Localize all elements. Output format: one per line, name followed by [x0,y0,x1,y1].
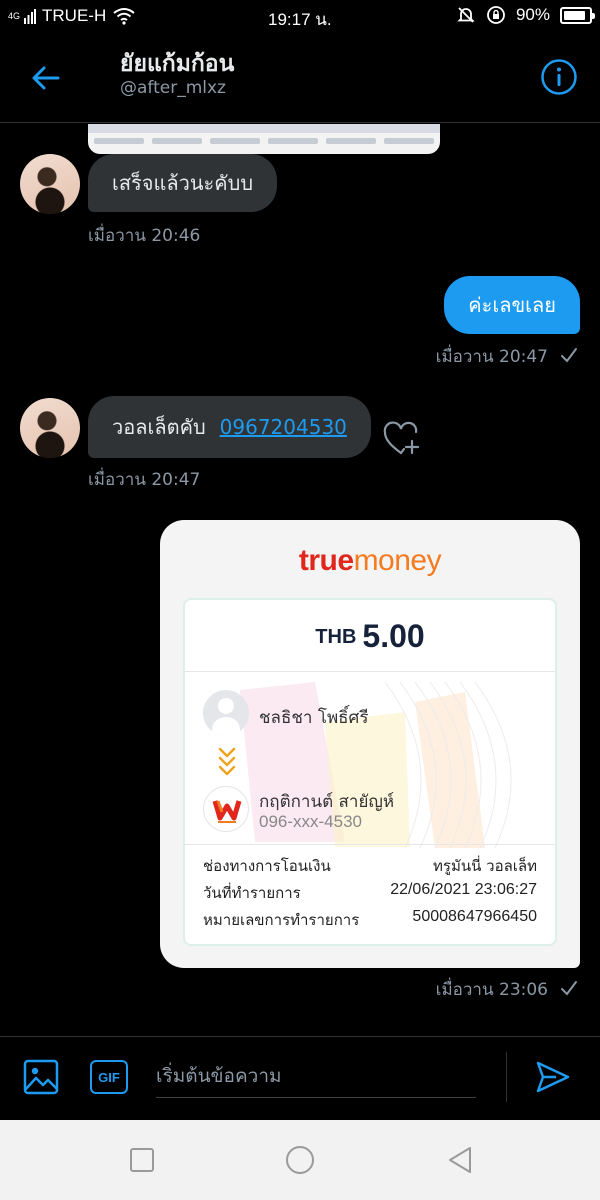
detail-value: 50008647966450 [412,908,537,925]
home-icon[interactable] [284,1144,316,1176]
receipt-card: THB 5.00 ชลธิชา โพธิ์ศรี กฤติกานต์ สายัญห… [183,598,557,946]
back-arrow-icon[interactable] [28,60,64,96]
message-bubble-incoming[interactable]: วอลเล็ตคับ 0967204530 [88,396,371,458]
detail-value: 22/06/2021 23:06:27 [390,881,537,898]
detail-label: หมายเลขการทำรายการ [203,911,360,929]
status-bar: 4G TRUE-H 19:17 น. 90% [0,0,600,34]
sender-name: ชลธิชา โพธิ์ศรี [259,708,369,728]
composer-separator [506,1052,507,1102]
header-divider [0,122,600,123]
status-right: 90% [456,5,595,25]
amount-value: 5.00 [362,618,425,654]
conversation-header: ยัยแก้มก้อน @after_mlxz [0,34,600,122]
amount-row: THB 5.00 [185,600,555,672]
detail-row-channel: ช่องทางการโอนเงิน ทรูมันนี่ วอลเล็ท [203,854,537,878]
sent-check-icon [561,981,577,996]
battery-fill [564,10,586,20]
details-divider [185,844,555,845]
amount-currency: THB [315,626,357,648]
info-icon[interactable] [540,58,578,96]
status-time: 19:17 น. [268,10,332,29]
avatar[interactable] [20,154,80,214]
conversation-title[interactable]: ยัยแก้มก้อน [120,46,234,82]
carrier-name: TRUE-H [42,6,107,25]
network-type: 4G [8,10,21,21]
detail-row-transaction-id: หมายเลขการทำรายการ 50008647966450 [203,908,537,932]
message-timestamp: เมื่อวาน 20:47 [435,347,548,367]
heart-plus-icon[interactable] [382,420,420,458]
truemoney-logo: truemoney [298,544,442,577]
message-timestamp: เมื่อวาน 23:06 [435,980,548,1000]
sent-check-icon [561,348,577,363]
image-icon[interactable] [22,1058,60,1096]
mute-bell-icon [457,7,475,23]
message-timestamp: เมื่อวาน 20:46 [88,226,201,246]
wifi-icon [113,8,135,25]
send-icon[interactable] [534,1058,572,1096]
sender-avatar-icon [203,690,249,736]
peek-toolbar [88,124,440,133]
battery-percent: 90% [515,5,550,24]
conversation-handle: @after_mlxz [120,78,226,98]
message-bubble-outgoing[interactable]: ค่ะเลขเลย [444,276,580,334]
truemoney-badge-icon [203,786,249,832]
composer-divider [0,1036,600,1037]
detail-value: ทรูมันนี่ วอลเล็ท [433,857,537,875]
detail-row-date: วันที่ทำรายการ 22/06/2021 23:06:27 [203,881,537,905]
previous-image-attachment[interactable] [88,124,440,154]
phone-number-link[interactable]: 0967204530 [220,415,347,439]
detail-label: วันที่ทำรายการ [203,884,301,902]
transfer-arrow-icon [218,747,236,776]
signal-icon [24,9,37,24]
peek-content [94,138,434,144]
message-input[interactable] [156,1054,476,1098]
message-bubble-incoming[interactable]: เสร็จแล้วนะคับบ [88,154,278,212]
recents-icon[interactable] [126,1144,158,1176]
receiver-phone: 096-xxx-4530 [259,812,363,831]
message-timestamp: เมื่อวาน 20:47 [88,470,201,490]
rotation-lock-icon [487,6,505,24]
detail-label: ช่องทางการโอนเงิน [203,857,331,875]
status-left: 4G TRUE-H [8,6,136,26]
message-text: วอลเล็ตคับ [112,415,206,439]
receiver-name: กฤติกานต์ สายัญห์ [259,792,395,812]
system-nav-bar [0,1120,600,1200]
battery-icon [560,6,595,24]
back-triangle-icon[interactable] [444,1144,476,1176]
gif-button[interactable]: GIF [90,1060,128,1094]
truemoney-receipt-image[interactable]: truemoney THB 5.00 ชลธิชา โพธิ์ศรี กฤติกา… [160,520,580,968]
avatar[interactable] [20,398,80,458]
